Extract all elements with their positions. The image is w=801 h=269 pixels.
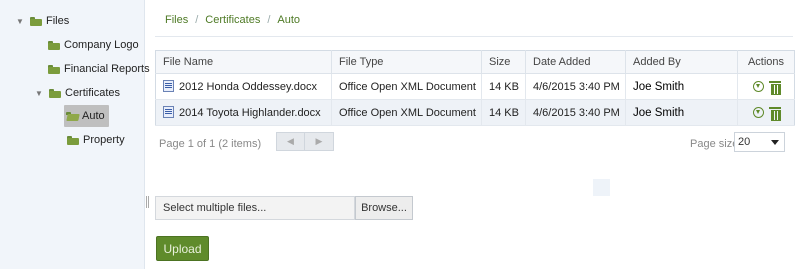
tree-node-files[interactable]: ▼ Files — [15, 10, 69, 32]
word-document-icon — [163, 80, 174, 92]
folder-icon — [49, 88, 61, 98]
size-cell: 14 KB — [481, 73, 526, 100]
tree-node-property[interactable]: Property — [67, 129, 125, 151]
file-name-cell: 2012 Honda Oddessey.docx — [155, 73, 332, 100]
table-row[interactable]: 2014 Toyota Highlander.docx Office Open … — [155, 99, 795, 126]
tree-node-label: Financial Reports — [64, 63, 150, 75]
pane-splitter-handle[interactable] — [146, 196, 149, 208]
word-document-icon — [163, 106, 174, 118]
folder-icon — [48, 64, 60, 74]
browse-button[interactable]: Browse... — [355, 196, 413, 220]
chevron-left-icon: ◀ — [287, 136, 294, 146]
tree-node-certificates[interactable]: ▼ Certificates — [34, 82, 120, 104]
breadcrumb-certificates[interactable]: Certificates — [205, 14, 260, 26]
column-header-file-name[interactable]: File Name — [155, 50, 332, 74]
tree-node-label: Property — [83, 134, 125, 146]
next-page-button[interactable]: ▶ — [305, 132, 334, 151]
collapse-arrow-icon[interactable]: ▼ — [34, 88, 44, 98]
table-row[interactable]: 2012 Honda Oddessey.docx Office Open XML… — [155, 73, 795, 100]
added-by-cell: Joe Smith — [625, 99, 738, 126]
breadcrumb-files[interactable]: Files — [165, 14, 188, 26]
decorative-square — [593, 179, 610, 196]
added-by-cell: Joe Smith — [625, 73, 738, 100]
column-header-date-added[interactable]: Date Added — [525, 50, 626, 74]
tree-node-company-logo[interactable]: Company Logo — [48, 34, 139, 56]
column-header-size[interactable]: Size — [481, 50, 526, 74]
file-type-cell: Office Open XML Document — [331, 73, 482, 100]
file-name-cell: 2014 Toyota Highlander.docx — [155, 99, 332, 126]
folder-open-icon — [66, 111, 80, 121]
tree-node-financial-reports[interactable]: Financial Reports — [48, 58, 150, 80]
chevron-right-icon: ▶ — [315, 136, 323, 146]
folder-icon — [48, 40, 60, 50]
column-header-file-type[interactable]: File Type — [331, 50, 482, 74]
size-cell: 14 KB — [481, 99, 526, 126]
file-type-cell: Office Open XML Document — [331, 99, 482, 126]
upload-button[interactable]: Upload — [156, 236, 209, 261]
date-added-cell: 4/6/2015 3:40 PM — [525, 73, 626, 100]
breadcrumb-separator: / — [267, 14, 271, 26]
file-name: 2014 Toyota Highlander.docx — [179, 107, 321, 119]
files-grid: File Name File Type Size Date Added Adde… — [155, 50, 795, 126]
actions-cell — [737, 73, 795, 100]
pager-summary: Page 1 of 1 (2 items) — [159, 138, 262, 150]
previous-page-button[interactable]: ◀ — [276, 132, 305, 151]
page-size-value: 20 — [738, 136, 751, 148]
actions-cell — [737, 99, 795, 126]
folder-icon — [30, 16, 42, 26]
tree-node-auto[interactable]: Auto — [64, 105, 109, 127]
grid-header-row: File Name File Type Size Date Added Adde… — [155, 50, 795, 74]
breadcrumb-auto[interactable]: Auto — [277, 14, 300, 26]
date-added-cell: 4/6/2015 3:40 PM — [525, 99, 626, 126]
file-name: 2012 Honda Oddessey.docx — [179, 81, 317, 93]
folder-icon — [67, 135, 79, 145]
trash-icon[interactable] — [768, 106, 781, 121]
tree-node-label: Auto — [82, 110, 105, 122]
column-header-added-by[interactable]: Added By — [625, 50, 738, 74]
breadcrumb-separator: / — [195, 14, 199, 26]
tree-node-label: Company Logo — [64, 39, 139, 51]
download-icon[interactable] — [752, 107, 764, 119]
collapse-arrow-icon[interactable]: ▼ — [15, 16, 25, 26]
file-select-input[interactable]: Select multiple files... — [155, 196, 355, 220]
pager-buttons: ◀ ▶ — [276, 132, 334, 151]
page-size-select[interactable]: 20 — [734, 132, 785, 152]
column-header-actions: Actions — [737, 50, 795, 74]
chevron-down-icon — [771, 139, 779, 145]
folder-tree-sidebar: ▼ Files Company Logo Financial Reports ▼… — [0, 0, 150, 269]
divider — [155, 36, 793, 37]
tree-node-label: Certificates — [65, 87, 121, 99]
trash-icon[interactable] — [768, 80, 781, 95]
breadcrumb: Files / Certificates / Auto — [165, 14, 300, 26]
download-icon[interactable] — [752, 81, 764, 93]
tree-node-label: Files — [46, 15, 70, 27]
